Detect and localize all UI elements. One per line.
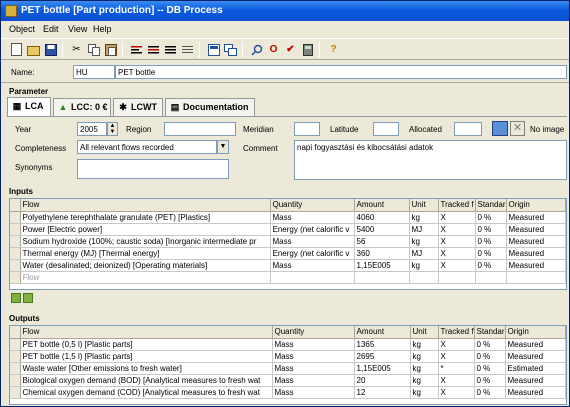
table-row[interactable]: Water (desalinated; deionized) [Operatin… [10, 259, 566, 272]
name-input[interactable]: PET bottle [115, 65, 567, 79]
table-row[interactable]: Power [Electric power] Energy (net calori… [10, 223, 566, 236]
allocated-label: Allocated [409, 125, 442, 134]
lca-panel: Year 2005 ▲ ▼ Region Meridian Latitude Al… [7, 116, 567, 182]
tab-lcwt[interactable]: ✱ LCWT [113, 98, 163, 116]
inputs-col-amount[interactable]: Amount [354, 199, 410, 212]
outputs-col-quantity[interactable]: Quantity [272, 326, 355, 339]
money-icon: ▲ [58, 102, 68, 112]
chevron-down-icon[interactable]: ▼ [217, 140, 229, 154]
language-select[interactable]: HU [73, 65, 115, 79]
table-row[interactable]: Chemical oxygen demand (COD) [Analytical… [10, 386, 566, 399]
preview-icon[interactable] [206, 42, 221, 57]
tab-documentation[interactable]: ▤ Documentation [165, 98, 255, 116]
year-input[interactable]: 2005 [77, 122, 107, 136]
inputs-col-tracked[interactable]: Tracked f [438, 199, 476, 212]
menu-object[interactable]: Object [9, 24, 35, 34]
latitude-label: Latitude [330, 125, 359, 134]
scroll-left-icon[interactable] [11, 293, 21, 303]
inputs-col-quantity[interactable]: Quantity [270, 199, 355, 212]
o-icon[interactable]: O [266, 42, 281, 57]
outputs-col-tracked[interactable]: Tracked f [438, 326, 475, 339]
outputs-label: Outputs [9, 314, 40, 323]
completeness-label: Completeness [15, 144, 67, 153]
windows-icon[interactable] [223, 42, 238, 57]
latitude-input[interactable] [373, 122, 399, 136]
open-icon[interactable] [26, 42, 41, 57]
cut-icon[interactable]: ✂ [69, 42, 84, 57]
outputs-col-flow[interactable]: Flow [20, 326, 273, 339]
year-spinner[interactable]: ▲ ▼ [107, 122, 118, 136]
outputs-grid: Flow Quantity Amount Unit Tracked f Stan… [9, 325, 567, 405]
row-header-corner [10, 199, 21, 212]
window-title: PET bottle [Part production] -- DB Proce… [21, 5, 223, 16]
table-row[interactable]: Biological oxygen demand (BOD) [Analytic… [10, 374, 566, 387]
synonyms-label: Synonyms [15, 163, 53, 172]
scroll-right-icon[interactable] [23, 293, 33, 303]
title-bar[interactable]: PET bottle [Part production] -- DB Proce… [1, 1, 569, 21]
outputs-col-amount[interactable]: Amount [354, 326, 411, 339]
search-icon[interactable] [249, 42, 264, 57]
inputs-col-standard[interactable]: Standar [475, 199, 507, 212]
region-label: Region [126, 125, 152, 134]
tab-lca[interactable]: ▦ LCA [7, 97, 51, 116]
year-label: Year [15, 125, 32, 134]
comment-input[interactable]: napi fogyasztási és kibocsátási adatok [294, 140, 567, 180]
worker-icon: ✱ [119, 102, 127, 112]
synonyms-input[interactable] [77, 159, 229, 179]
paste-icon[interactable] [103, 42, 118, 57]
completeness-select[interactable]: All relevant flows recorded [77, 140, 217, 154]
table-row[interactable]: PET bottle (1,5 l) [Plastic parts] Mass 26… [10, 350, 566, 363]
outputs-col-standard[interactable]: Standar [474, 326, 506, 339]
menu-help[interactable]: Help [93, 24, 112, 34]
copy-icon[interactable] [86, 42, 101, 57]
outputs-col-unit[interactable]: Unit [410, 326, 439, 339]
inputs-grid: Flow Quantity Amount Unit Tracked f Stan… [9, 198, 567, 290]
align-left-icon[interactable] [129, 42, 144, 57]
meridian-input[interactable] [294, 122, 320, 136]
name-row: Name: HU PET bottle [1, 61, 569, 83]
parameter-tabs: ▦ LCA ▲ LCC: 0 € ✱ LCWT ▤ Documentation [7, 97, 567, 116]
menu-bar: Object Edit View Help [1, 21, 569, 37]
new-row[interactable]: Flow [10, 271, 566, 284]
no-image-label: No image [530, 125, 565, 134]
parameter-label: Parameter [9, 87, 49, 96]
table-row[interactable]: Thermal energy (MJ) [Thermal energy] Ener… [10, 247, 566, 260]
align-center-icon[interactable] [146, 42, 161, 57]
calculator-icon[interactable] [300, 42, 315, 57]
document-icon: ▤ [170, 102, 180, 112]
new-document-icon[interactable] [9, 42, 24, 57]
toolbar: ✂ O ✔ ? [1, 38, 569, 60]
justify-icon[interactable] [180, 42, 195, 57]
image-icon[interactable] [492, 121, 508, 136]
region-input[interactable] [164, 122, 236, 136]
allocated-input[interactable] [454, 122, 482, 136]
outputs-col-origin[interactable]: Origin [505, 326, 566, 339]
help-icon[interactable]: ? [326, 42, 341, 57]
inputs-label: Inputs [9, 187, 33, 196]
chart-icon: ▦ [12, 101, 22, 111]
table-row[interactable]: PET bottle (0,5 l) [Plastic parts] Mass 13… [10, 338, 566, 351]
align-right-icon[interactable] [163, 42, 178, 57]
check-icon[interactable]: ✔ [283, 42, 298, 57]
app-icon [5, 5, 17, 17]
meridian-label: Meridian [243, 125, 274, 134]
app-window: PET bottle [Part production] -- DB Proce… [0, 0, 570, 407]
menu-view[interactable]: View [68, 24, 87, 34]
inputs-col-origin[interactable]: Origin [506, 199, 566, 212]
inputs-col-unit[interactable]: Unit [409, 199, 439, 212]
inputs-col-flow[interactable]: Flow [20, 199, 271, 212]
name-label: Name: [11, 68, 35, 77]
table-row[interactable]: Waste water [Other emissions to fresh wa… [10, 362, 566, 375]
menu-edit[interactable]: Edit [43, 24, 59, 34]
comment-label: Comment [243, 144, 278, 153]
delete-image-icon[interactable]: ✕ [510, 121, 525, 136]
table-row[interactable]: Sodium hydroxide (100%; caustic soda) [I… [10, 235, 566, 248]
table-row[interactable]: Polyethylene terephthalate granulate (PE… [10, 211, 566, 224]
tab-lcc[interactable]: ▲ LCC: 0 € [53, 98, 111, 116]
save-icon[interactable] [43, 42, 58, 57]
